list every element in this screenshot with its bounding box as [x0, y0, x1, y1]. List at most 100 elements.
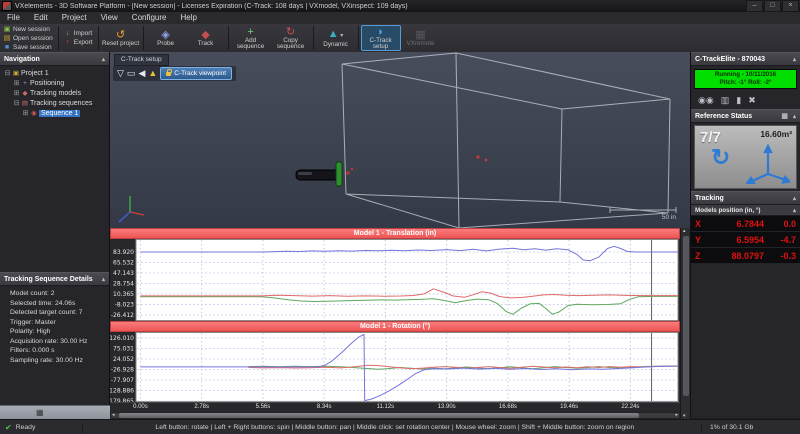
translation-chart[interactable]: 83.920 65.532 47.143 28.754 10.365 -8.023 -26.… [110, 239, 680, 321]
ctrack-status-icons: ◉◉ ▥ ▮ ✖ [691, 92, 800, 109]
collapse-icon[interactable]: ▴ [793, 195, 796, 202]
ctrack-title: C-TrackElite - 870043 [695, 55, 766, 63]
view-cube-icon[interactable]: ▽ [117, 67, 124, 80]
sequence-details-header: Tracking Sequence Details ▴ [0, 272, 109, 286]
track-button[interactable]: ◆ Track [186, 25, 226, 51]
menu-configure[interactable]: Configure [125, 12, 174, 24]
rotation-chart[interactable]: 126.010 75.031 24.052 -26.928 -77.907 -128.88… [107, 332, 680, 405]
calculator-icon[interactable]: ▦ [781, 113, 788, 120]
tree-item-tracking-models[interactable]: ⊞ ◆ Tracking models [0, 88, 109, 98]
application-window: VXelements - 3D Software Platform - [New… [0, 0, 800, 434]
toolbar: ▣ New session ▤ Open session ■ Save session ↓ I… [0, 24, 800, 53]
collapse-icon[interactable]: ▴ [102, 276, 105, 283]
close-button[interactable]: × [782, 0, 799, 12]
expand-box-icon[interactable]: ⊞ [13, 79, 20, 87]
led-status-icon[interactable]: ▥ [721, 95, 730, 106]
rotate-view-icon[interactable]: ◀ [138, 67, 145, 80]
svg-text:83.920: 83.920 [113, 249, 134, 256]
add-sequence-button[interactable]: + Add sequence [231, 25, 271, 51]
open-session-icon: ▤ [3, 35, 11, 42]
tracking-models-icon: ◆ [22, 90, 28, 97]
memory-usage: 1% of 30.1 Gb [701, 424, 800, 431]
collapse-box-icon[interactable]: ⊟ [13, 99, 20, 107]
models-position-row-x: X 6.7844 0.0 [691, 216, 800, 232]
time-tick-label: 8.34s [316, 404, 332, 410]
time-tick-label: 16.68s [498, 404, 517, 410]
horizontal-scrollbar[interactable]: ◂ ▸ [110, 412, 680, 419]
svg-text:28.754: 28.754 [113, 281, 134, 288]
collapse-icon[interactable]: ▴ [793, 56, 796, 63]
expand-box-icon[interactable]: ⊞ [13, 89, 20, 97]
right-panel: C-TrackElite - 870043 ▴ Running - 10/11/… [690, 52, 800, 418]
horizontal-scroll-thumb[interactable] [119, 413, 639, 418]
rotate-reference-icon: ↻ [711, 144, 731, 170]
vertical-scroll-thumb[interactable] [683, 236, 689, 396]
ctrack-setup-button[interactable]: ◗ C-Track setup [360, 25, 401, 51]
open-session-button[interactable]: ▤ Open session [3, 34, 53, 43]
reset-project-button[interactable]: ↺ Reset project [101, 25, 141, 51]
projection-mode-icon[interactable]: ▭ [127, 67, 136, 80]
ctrack-status-box: Running - 10/11/2016 Pitch: -1° Roll: -2… [694, 69, 797, 89]
fit-view-icon[interactable]: ▲ [148, 67, 157, 80]
models-position-table: X 6.7844 0.0 Y 6.5954 -4.7 Z 88.0797 -0.3 [691, 216, 800, 264]
tree-item-project-1[interactable]: ⊟ ▣ Project 1 [0, 68, 109, 78]
detail-line: Acquisition rate: 30.00 Hz [10, 337, 88, 345]
detail-line: Filters: 0.000 s [10, 347, 55, 354]
copy-sequence-button[interactable]: ↻ Copy sequence [271, 25, 311, 51]
viewport-tab[interactable]: C-Track setup [114, 54, 169, 66]
tree-item-positioning[interactable]: ⊞ + Positioning [0, 78, 109, 88]
menu-view[interactable]: View [94, 12, 125, 24]
tree-item-tracking-sequences[interactable]: ⊟ ▤ Tracking sequences [0, 98, 109, 108]
maximize-button[interactable]: □ [764, 0, 781, 12]
ctrack-viewpoint-button[interactable]: C-Track viewpoint [160, 67, 233, 80]
detail-line: Trigger: Master [10, 318, 56, 326]
menu-help[interactable]: Help [173, 12, 203, 24]
chevron-down-icon[interactable]: ▾ [339, 33, 343, 39]
panel-footer: ▦ [0, 405, 110, 419]
reference-targets [476, 155, 488, 162]
navigation-title: Navigation [4, 55, 40, 63]
menu-edit[interactable]: Edit [27, 12, 55, 24]
vxremote-button[interactable]: ▦ VXremote [401, 25, 441, 51]
add-sequence-icon: + [247, 25, 254, 38]
time-tick-label: 22.24s [621, 404, 640, 410]
save-session-button[interactable]: ■ Save session [3, 43, 53, 52]
expand-box-icon[interactable]: ⊞ [22, 109, 29, 117]
svg-text:75.031: 75.031 [113, 345, 134, 352]
svg-text:-8.023: -8.023 [115, 302, 135, 309]
detail-line: Polarity: High [10, 328, 51, 335]
camera-pair-icon[interactable]: ◉◉ [698, 95, 714, 106]
menu-project[interactable]: Project [55, 12, 94, 24]
new-session-button[interactable]: ▣ New session [3, 25, 53, 34]
vertical-scrollbar[interactable]: ▴ ▾ [680, 228, 690, 419]
collapse-box-icon[interactable]: ⊟ [4, 69, 11, 77]
menu-file[interactable]: File [0, 12, 27, 24]
svg-text:-77.907: -77.907 [111, 377, 134, 384]
probe-button[interactable]: ◈ Probe [146, 25, 186, 51]
mouse-hints: Left button: rotate | Left + Right butto… [155, 424, 635, 431]
sequence-icon: ◉ [31, 110, 37, 117]
time-tick-label: 13.90s [437, 404, 456, 410]
tracking-title: Tracking [695, 194, 724, 202]
temperature-icon[interactable]: ▮ [736, 95, 741, 106]
scroll-up-icon[interactable]: ▴ [683, 228, 686, 234]
reference-status-header: Reference Status ▦ ▴ [691, 109, 800, 123]
import-button[interactable]: ↓ Import [64, 29, 93, 38]
scroll-right-icon[interactable]: ▸ [675, 412, 678, 419]
panel-grid-icon[interactable]: ▦ [36, 408, 44, 417]
tree-item-sequence-1[interactable]: ⊞ ◉ Sequence 1 [0, 108, 109, 118]
viewport-3d[interactable]: 50 in C-Track setup ▽ ▭ ◀ ▲ C-Track view… [110, 52, 690, 228]
export-icon: ↑ [66, 39, 70, 46]
collapse-icon[interactable]: ▴ [793, 207, 796, 214]
minimize-button[interactable]: – [746, 0, 763, 12]
export-button[interactable]: ↑ Export [64, 38, 93, 47]
dynamic-button[interactable]: ▲ ▾ Dynamic [316, 25, 356, 51]
maintenance-icon[interactable]: ✖ [748, 95, 756, 106]
svg-text:-128.886: -128.886 [110, 388, 134, 395]
collapse-icon[interactable]: ▴ [793, 114, 796, 120]
scroll-left-icon[interactable]: ◂ [112, 412, 115, 419]
new-session-icon: ▣ [3, 26, 11, 33]
measurement-volume-wireframe [341, 52, 671, 228]
tracked-device [295, 161, 354, 187]
collapse-icon[interactable]: ▴ [102, 56, 105, 63]
